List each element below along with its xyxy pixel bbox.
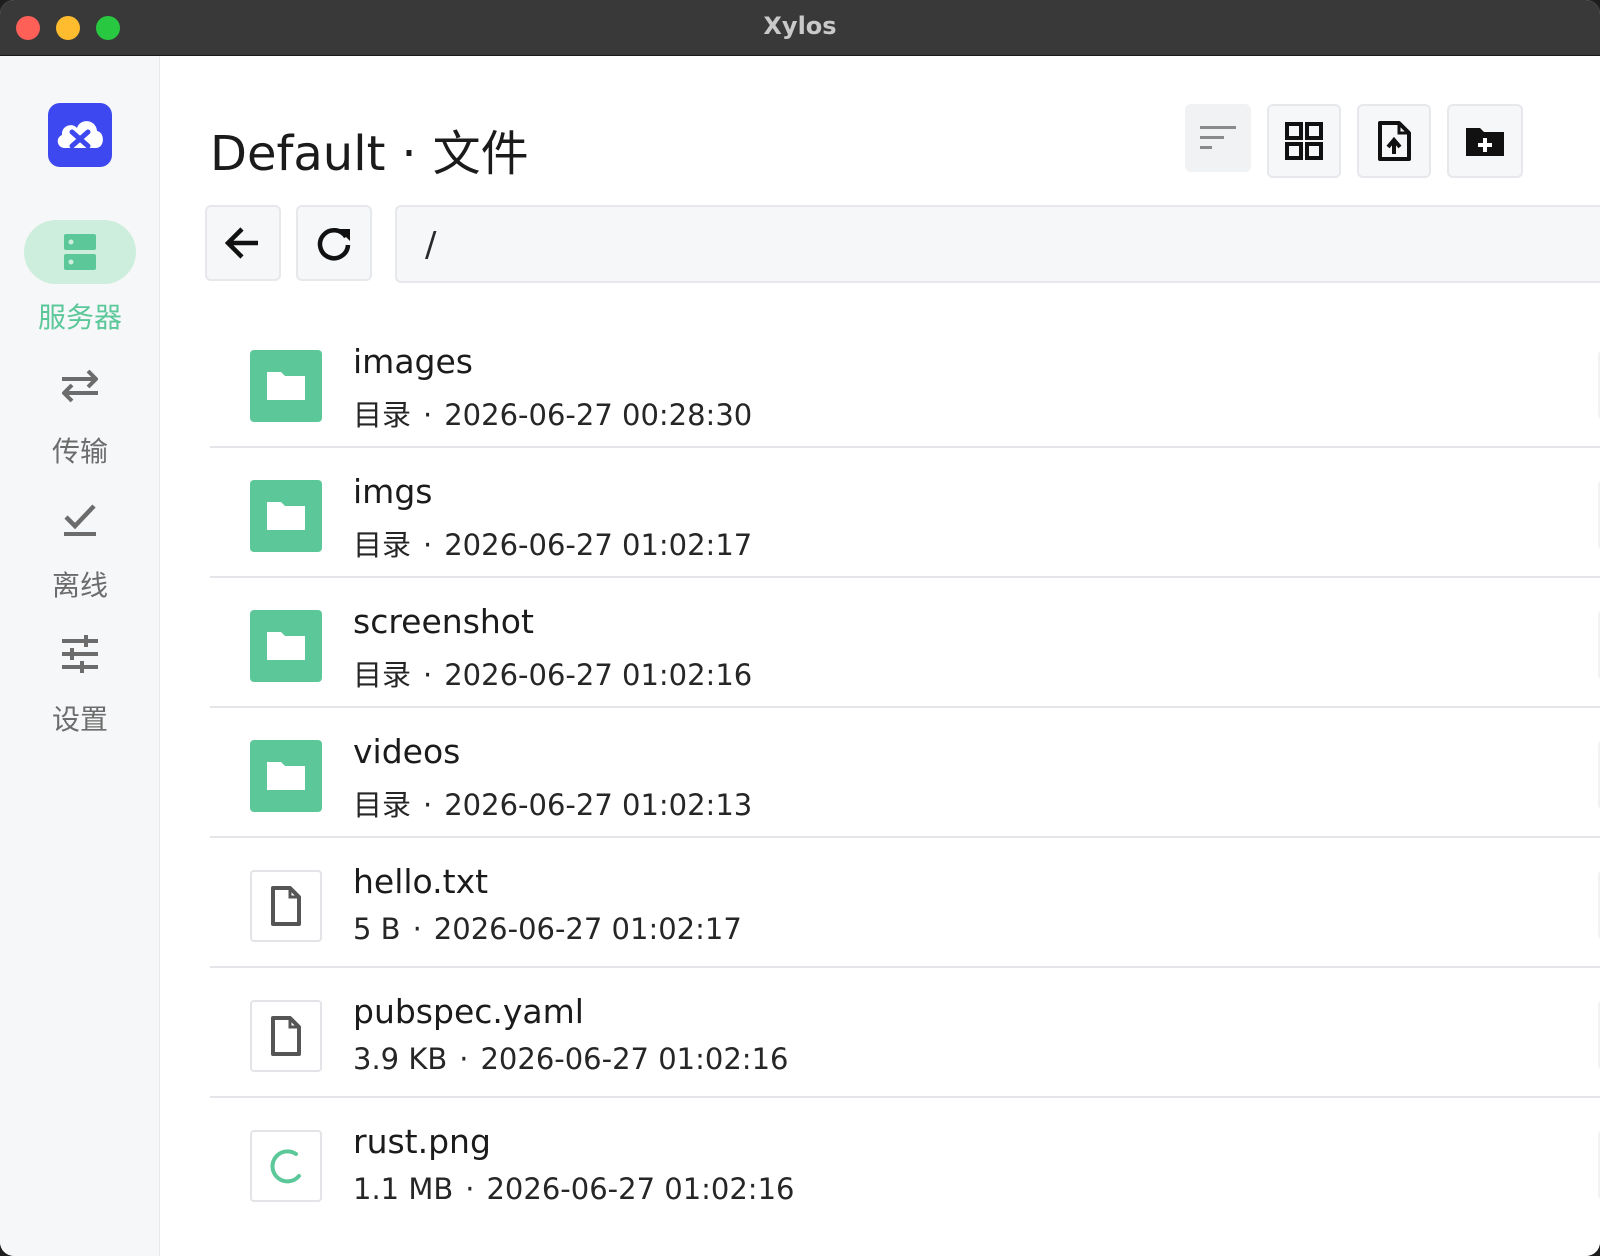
thumbnail-tile — [250, 1130, 322, 1202]
list-item[interactable]: videos 目录 · 2026-06-27 01:02:13 — [210, 708, 1600, 838]
refresh-icon — [317, 228, 351, 261]
arrow-left-icon — [224, 227, 258, 259]
file-name: imgs — [353, 472, 433, 511]
file-tile — [250, 870, 322, 942]
file-kind: 目录 — [353, 528, 412, 562]
file-name: pubspec.yaml — [353, 992, 584, 1031]
file-meta: 目录 · 2026-06-27 01:02:16 — [353, 658, 753, 692]
download-done-icon — [64, 504, 96, 536]
refresh-button[interactable] — [296, 205, 372, 281]
folder-tile — [250, 480, 322, 552]
folder-icon — [267, 762, 305, 790]
file-meta: 目录 · 2026-06-27 00:28:30 — [353, 398, 753, 432]
sidebar-item-label: 服务器 — [37, 301, 122, 334]
file-date: 2026-06-27 01:02:16 — [444, 658, 753, 692]
title-bar: Xylos — [0, 0, 1600, 56]
file-tile — [250, 1000, 322, 1072]
file-date: 2026-06-27 01:02:17 — [444, 528, 753, 562]
back-button[interactable] — [205, 205, 281, 281]
file-date: 2026-06-27 01:02:16 — [480, 1042, 789, 1076]
file-date: 2026-06-27 01:02:16 — [486, 1172, 795, 1206]
page-title: Default · 文件 — [210, 114, 529, 184]
grid-icon — [1285, 122, 1323, 160]
file-kind: 目录 — [353, 658, 412, 692]
file-kind: 目录 — [353, 398, 412, 432]
folder-tile — [250, 610, 322, 682]
list-item[interactable]: imgs 目录 · 2026-06-27 01:02:17 — [210, 448, 1600, 578]
file-date: 2026-06-27 00:28:30 — [444, 398, 753, 432]
file-kind: 目录 — [353, 788, 412, 822]
loading-spinner-icon — [270, 1149, 301, 1184]
sidebar-item-label: 离线 — [51, 569, 108, 602]
sidebar-item-transfer[interactable]: 传输 — [0, 354, 160, 474]
file-name: hello.txt — [353, 862, 489, 901]
sidebar-item-settings[interactable]: 设置 — [0, 622, 160, 742]
sort-button[interactable] — [1185, 104, 1251, 172]
file-size: 3.9 KB — [353, 1042, 448, 1076]
file-name: images — [353, 342, 473, 381]
folder-tile — [250, 740, 322, 812]
app-logo — [48, 103, 112, 167]
app-window: Xylos 服务器 传输 离线 设置 Default · 文件 / images… — [0, 0, 1600, 1256]
file-name: rust.png — [353, 1122, 491, 1161]
section-name: 文件 — [432, 126, 529, 182]
new-folder-icon — [1466, 128, 1504, 156]
file-meta: 1.1 MB · 2026-06-27 01:02:16 — [353, 1172, 795, 1206]
file-date: 2026-06-27 01:02:13 — [444, 788, 753, 822]
file-meta: 目录 · 2026-06-27 01:02:13 — [353, 788, 753, 822]
file-meta: 5 B · 2026-06-27 01:02:17 — [353, 912, 742, 946]
folder-tile — [250, 350, 322, 422]
window-title: Xylos — [763, 12, 837, 40]
file-list: images 目录 · 2026-06-27 00:28:30 imgs 目录 · 20… — [210, 318, 1600, 1228]
folder-icon — [267, 632, 305, 660]
sidebar-item-offline[interactable]: 离线 — [0, 488, 160, 608]
sort-icon — [1200, 126, 1236, 149]
folder-icon — [267, 502, 305, 530]
file-date: 2026-06-27 01:02:17 — [433, 912, 742, 946]
upload-file-button[interactable] — [1357, 104, 1431, 178]
sidebar: 服务器 传输 离线 设置 — [0, 56, 160, 1256]
new-folder-button[interactable] — [1447, 104, 1523, 178]
upload-file-icon — [1378, 121, 1411, 161]
list-item[interactable]: images 目录 · 2026-06-27 00:28:30 — [210, 318, 1600, 448]
list-item[interactable]: rust.png 1.1 MB · 2026-06-27 01:02:16 — [210, 1098, 1600, 1228]
sidebar-item-label: 传输 — [51, 435, 108, 468]
file-name: screenshot — [353, 602, 534, 641]
file-name: videos — [353, 732, 461, 771]
list-item[interactable]: pubspec.yaml 3.9 KB · 2026-06-27 01:02:16 — [210, 968, 1600, 1098]
sidebar-item-label: 设置 — [51, 703, 108, 736]
path-input[interactable]: / — [395, 205, 1600, 283]
file-size: 5 B — [353, 912, 401, 946]
list-item[interactable]: hello.txt 5 B · 2026-06-27 01:02:17 — [210, 838, 1600, 968]
cloud-logo-icon — [57, 121, 103, 149]
grid-view-button[interactable] — [1267, 104, 1341, 178]
file-icon — [271, 1016, 301, 1056]
file-meta: 目录 · 2026-06-27 01:02:17 — [353, 528, 753, 562]
list-item[interactable]: screenshot 目录 · 2026-06-27 01:02:16 — [210, 578, 1600, 708]
file-meta: 3.9 KB · 2026-06-27 01:02:16 — [353, 1042, 789, 1076]
transfer-arrows-icon — [62, 369, 98, 403]
sidebar-item-server[interactable]: 服务器 — [0, 220, 160, 340]
sliders-icon — [62, 635, 98, 673]
folder-icon — [267, 372, 305, 400]
server-name: Default — [210, 126, 386, 182]
file-size: 1.1 MB — [353, 1172, 454, 1206]
server-icon — [64, 234, 96, 270]
title-separator: · — [401, 126, 417, 182]
file-icon — [271, 886, 301, 926]
main-content: Default · 文件 / images 目录 · 2026-06-27 00… — [161, 56, 1600, 1256]
